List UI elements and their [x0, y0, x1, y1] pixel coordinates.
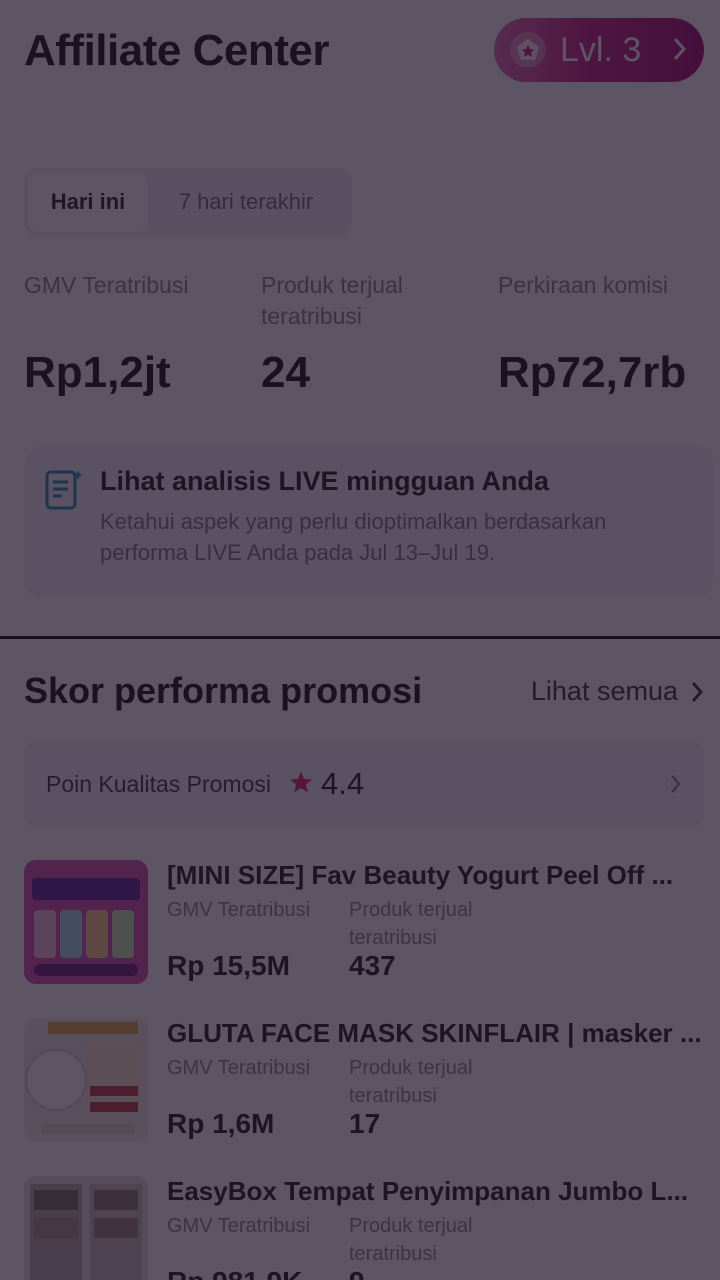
- sold-value: 9: [349, 1266, 365, 1280]
- tab-last-7-days[interactable]: 7 hari terakhir: [148, 172, 344, 232]
- quality-points-label: Poin Kualitas Promosi: [46, 770, 271, 797]
- live-analysis-card[interactable]: Lihat analisis LIVE mingguan Anda Ketahu…: [24, 446, 714, 598]
- star-icon: [289, 770, 313, 799]
- level-label: Lvl. 3: [560, 30, 642, 69]
- affiliate-center-screen: Affiliate Center Lvl. 3 Hari ini 7 hari …: [0, 0, 720, 1280]
- sold-label: Produk terjual teratribusi: [349, 899, 473, 949]
- stat-commission-value: Rp72,7rb: [498, 348, 687, 397]
- product-thumbnail: [24, 1176, 148, 1280]
- chevron-right-icon: [670, 774, 682, 799]
- sold-label: Produk terjual teratribusi: [349, 1057, 473, 1107]
- gmv-label: GMV Teratribusi: [167, 899, 311, 921]
- sold-label: Produk terjual teratribusi: [349, 1215, 473, 1265]
- stat-products-sold-label: Produk terjual teratribusi: [261, 272, 403, 329]
- gmv-label: GMV Teratribusi: [167, 1057, 311, 1079]
- gmv-value: Rp 15,5M: [167, 950, 290, 981]
- product-thumbnail: [24, 1018, 148, 1142]
- stat-products-sold-value: 24: [261, 348, 310, 397]
- analysis-title: Lihat analisis LIVE mingguan Anda: [100, 466, 550, 496]
- chevron-right-icon: [672, 34, 688, 69]
- section-title: Skor performa promosi: [24, 670, 423, 711]
- stat-commission-label: Perkiraan komisi: [498, 272, 668, 298]
- analysis-description: Ketahui aspek yang perlu dioptimalkan be…: [100, 509, 607, 565]
- document-sparkle-icon: [44, 468, 84, 517]
- product-item[interactable]: [MINI SIZE] Fav Beauty Yogurt Peel Off .…: [24, 860, 714, 990]
- product-name: EasyBox Tempat Penyimpanan Jumbo L...: [167, 1176, 689, 1206]
- product-item[interactable]: GLUTA FACE MASK SKINFLAIR | masker ... G…: [24, 1018, 714, 1148]
- product-item[interactable]: EasyBox Tempat Penyimpanan Jumbo L... GM…: [24, 1176, 714, 1280]
- sold-value: 437: [349, 950, 396, 981]
- quality-score: 4.4: [321, 766, 365, 801]
- gmv-value: Rp 1,6M: [167, 1108, 275, 1139]
- pentagon-star-icon: [510, 32, 546, 68]
- level-badge-button[interactable]: Lvl. 3: [494, 18, 704, 82]
- see-all-link[interactable]: Lihat semua: [531, 676, 704, 707]
- section-divider: [0, 636, 720, 639]
- quality-points-row[interactable]: Poin Kualitas Promosi 4.4: [24, 740, 704, 828]
- chevron-right-icon: [691, 681, 704, 702]
- product-name: GLUTA FACE MASK SKINFLAIR | masker ...: [167, 1018, 702, 1048]
- sold-value: 17: [349, 1108, 381, 1139]
- page-title: Affiliate Center: [24, 26, 329, 75]
- stat-gmv-value: Rp1,2jt: [24, 348, 171, 397]
- gmv-value: Rp 981,9K: [167, 1266, 302, 1280]
- date-range-tabs: Hari ini 7 hari terakhir: [24, 168, 352, 236]
- tab-today[interactable]: Hari ini: [28, 172, 148, 232]
- product-thumbnail: [24, 860, 148, 984]
- stat-gmv-label: GMV Teratribusi: [24, 272, 189, 298]
- product-name: [MINI SIZE] Fav Beauty Yogurt Peel Off .…: [167, 860, 674, 890]
- see-all-label: Lihat semua: [530, 676, 678, 706]
- gmv-label: GMV Teratribusi: [167, 1215, 311, 1237]
